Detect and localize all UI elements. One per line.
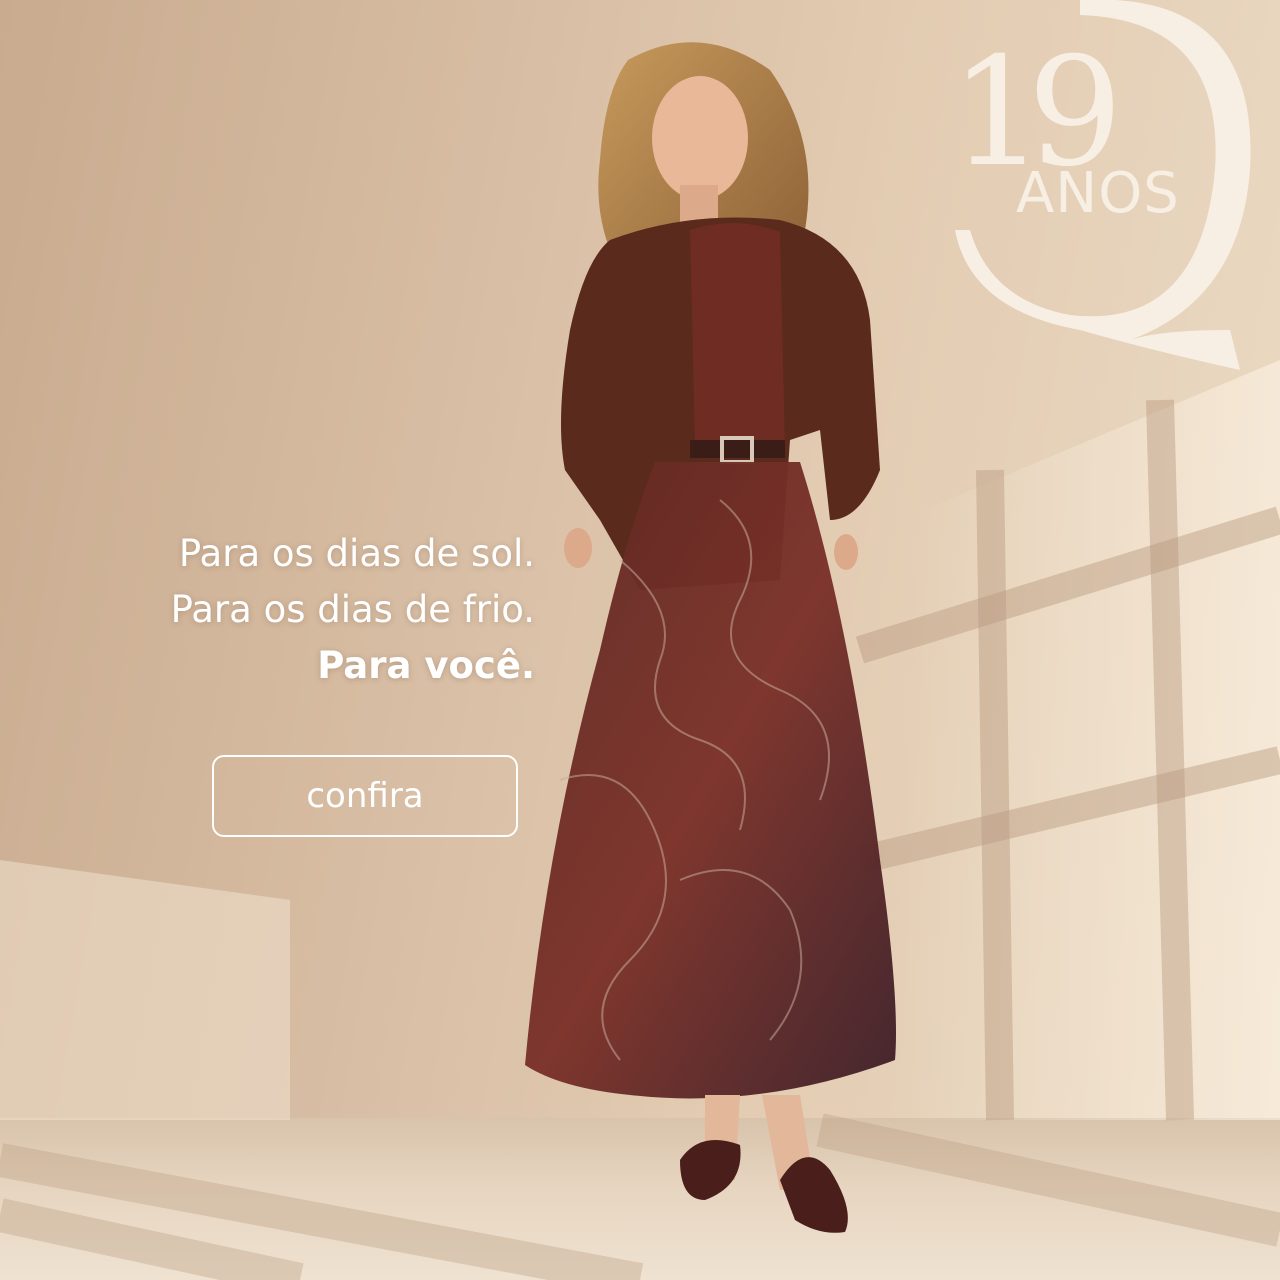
logo-word: ANOS xyxy=(1016,161,1180,226)
tagline-line-1: Para os dias de sol. xyxy=(178,532,535,575)
tagline-line-2: Para os dias de frio. xyxy=(170,588,535,631)
promo-banner: 19 ANOS Para os dias de sol. Para os dia… xyxy=(0,0,1280,1280)
tagline-line-3: Para você. xyxy=(317,644,535,687)
confira-button[interactable]: confira xyxy=(212,755,518,837)
tagline: Para os dias de sol. Para os dias de fri… xyxy=(15,526,535,694)
